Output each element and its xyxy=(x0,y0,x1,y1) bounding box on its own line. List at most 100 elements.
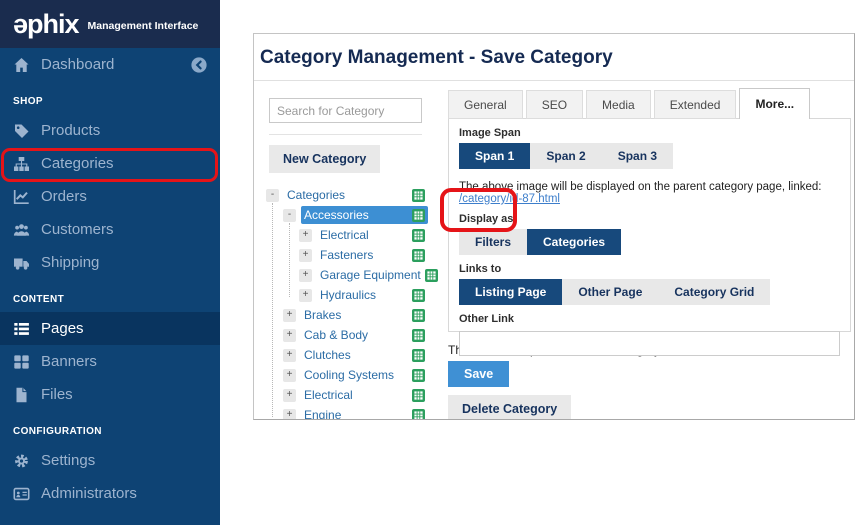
sidebar-item-pages[interactable]: Pages xyxy=(0,312,220,345)
other-link-input[interactable] xyxy=(459,331,840,356)
tree-toggle[interactable]: + xyxy=(299,249,312,262)
tree-toggle[interactable]: - xyxy=(266,189,279,202)
tree-toggle[interactable]: + xyxy=(299,229,312,242)
export-spreadsheet-icon[interactable] xyxy=(412,209,425,222)
home-icon xyxy=(13,57,30,73)
span-3-button[interactable]: Span 3 xyxy=(602,143,673,169)
sidebar-item-label: Products xyxy=(41,122,100,139)
sidebar-item-label: Pages xyxy=(41,320,84,337)
sidebar-item-settings[interactable]: Settings xyxy=(0,444,220,477)
sidebar-item-label: Customers xyxy=(41,221,114,238)
image-span-group: Span 1 Span 2 Span 3 xyxy=(459,143,840,169)
chevron-left-circle-icon xyxy=(191,57,207,73)
sidebar-item-customers[interactable]: Customers xyxy=(0,213,220,246)
tag-icon xyxy=(13,123,30,139)
tree-toggle[interactable]: + xyxy=(283,309,296,322)
links-to-group: Listing Page Other Page Category Grid xyxy=(459,279,840,305)
sidebar-item-categories[interactable]: Categories xyxy=(0,147,220,180)
tree-item-cab-body: + Cab & Body xyxy=(266,325,428,345)
sidebar-item-dashboard[interactable]: Dashboard xyxy=(0,48,220,81)
tree-item-categories: - Categories xyxy=(266,185,428,205)
tab-extended[interactable]: Extended xyxy=(654,90,737,119)
file-icon xyxy=(13,387,30,403)
tree-item-label[interactable]: Garage Equipment xyxy=(320,268,421,282)
export-spreadsheet-icon[interactable] xyxy=(412,189,425,202)
tab-media[interactable]: Media xyxy=(586,90,651,119)
save-button[interactable]: Save xyxy=(448,361,509,387)
export-spreadsheet-icon[interactable] xyxy=(412,229,425,242)
tree-item-label[interactable]: Electrical xyxy=(320,228,369,242)
display-as-group: Filters Categories xyxy=(459,229,840,255)
tree-toggle[interactable]: + xyxy=(299,269,312,282)
export-spreadsheet-icon[interactable] xyxy=(412,369,425,382)
sidebar-collapse-button[interactable] xyxy=(191,57,207,73)
export-spreadsheet-icon[interactable] xyxy=(425,269,438,282)
more-tab-panel: Image Span Span 1 Span 2 Span 3 The abov… xyxy=(448,118,851,332)
sidebar-item-label: Files xyxy=(41,386,73,403)
sidebar-item-shipping[interactable]: Shipping xyxy=(0,246,220,279)
export-spreadsheet-icon[interactable] xyxy=(412,389,425,402)
sidebar-item-label: Orders xyxy=(41,188,87,205)
export-spreadsheet-icon[interactable] xyxy=(412,349,425,362)
divider xyxy=(269,134,422,135)
sidebar-item-files[interactable]: Files xyxy=(0,378,220,411)
sidebar-item-label: Categories xyxy=(41,155,114,172)
export-spreadsheet-icon[interactable] xyxy=(412,289,425,302)
tree-toggle[interactable]: + xyxy=(283,329,296,342)
other-page-button[interactable]: Other Page xyxy=(562,279,658,305)
image-note: The above image will be displayed on the… xyxy=(459,181,840,205)
tree-item-label[interactable]: Cab & Body xyxy=(304,328,368,342)
sidebar-item-banners[interactable]: Banners xyxy=(0,345,220,378)
tree-item-electrical: + Electrical xyxy=(266,385,428,405)
sidebar-section-shop: SHOP xyxy=(0,81,220,114)
tab-general[interactable]: General xyxy=(448,90,523,119)
category-management-panel: Category Management - Save Category New … xyxy=(253,33,855,420)
sidebar-item-administrators[interactable]: Administrators xyxy=(0,477,220,510)
gear-icon xyxy=(13,453,30,469)
tree-toggle[interactable]: + xyxy=(283,409,296,421)
tree-item-label[interactable]: Engine xyxy=(304,408,341,420)
parent-category-link[interactable]: /category/id-87.html xyxy=(459,193,560,205)
tree-toggle[interactable]: + xyxy=(283,389,296,402)
new-category-button[interactable]: New Category xyxy=(269,145,380,173)
tree-item-label[interactable]: Accessories xyxy=(304,208,369,222)
tree-item-accessories: - Accessories xyxy=(266,205,428,225)
filters-button[interactable]: Filters xyxy=(459,229,527,255)
delete-category-button[interactable]: Delete Category xyxy=(448,395,571,420)
tree-toggle[interactable]: + xyxy=(299,289,312,302)
truck-icon xyxy=(13,255,30,271)
span-2-button[interactable]: Span 2 xyxy=(530,143,601,169)
sidebar-header: əphix Management Interface xyxy=(0,0,220,48)
export-spreadsheet-icon[interactable] xyxy=(412,249,425,262)
tree-item-label[interactable]: Categories xyxy=(287,188,345,202)
sidebar-item-products[interactable]: Products xyxy=(0,114,220,147)
categories-button[interactable]: Categories xyxy=(527,229,621,255)
tab-seo[interactable]: SEO xyxy=(526,90,583,119)
export-spreadsheet-icon[interactable] xyxy=(412,309,425,322)
tree-toggle[interactable]: - xyxy=(283,209,296,222)
image-note-text: The above image will be displayed on the… xyxy=(459,181,821,193)
tree-item-label[interactable]: Clutches xyxy=(304,348,351,362)
export-spreadsheet-icon[interactable] xyxy=(412,329,425,342)
tab-more[interactable]: More... xyxy=(739,88,810,119)
tree-item-label[interactable]: Brakes xyxy=(304,308,341,322)
tree-item-label[interactable]: Cooling Systems xyxy=(304,368,394,382)
span-1-button[interactable]: Span 1 xyxy=(459,143,530,169)
sidebar-item-label: Banners xyxy=(41,353,97,370)
listing-page-button[interactable]: Listing Page xyxy=(459,279,562,305)
tree-item-clutches: + Clutches xyxy=(266,345,428,365)
sidebar-item-label: Settings xyxy=(41,452,95,469)
page-title: Category Management - Save Category xyxy=(254,34,854,81)
tree-toggle[interactable]: + xyxy=(283,369,296,382)
tree-item-label[interactable]: Hydraulics xyxy=(320,288,376,302)
tree-item-brakes: + Brakes xyxy=(266,305,428,325)
tree-item-label[interactable]: Electrical xyxy=(304,388,353,402)
category-grid-button[interactable]: Category Grid xyxy=(658,279,770,305)
tree-item-electrical-sub: + Electrical xyxy=(266,225,428,245)
tree-toggle[interactable]: + xyxy=(283,349,296,362)
tree-item-label[interactable]: Fasteners xyxy=(320,248,373,262)
sidebar-item-orders[interactable]: Orders xyxy=(0,180,220,213)
category-search-input[interactable] xyxy=(269,98,422,123)
tree-item-fasteners: + Fasteners xyxy=(266,245,428,265)
export-spreadsheet-icon[interactable] xyxy=(412,409,425,421)
